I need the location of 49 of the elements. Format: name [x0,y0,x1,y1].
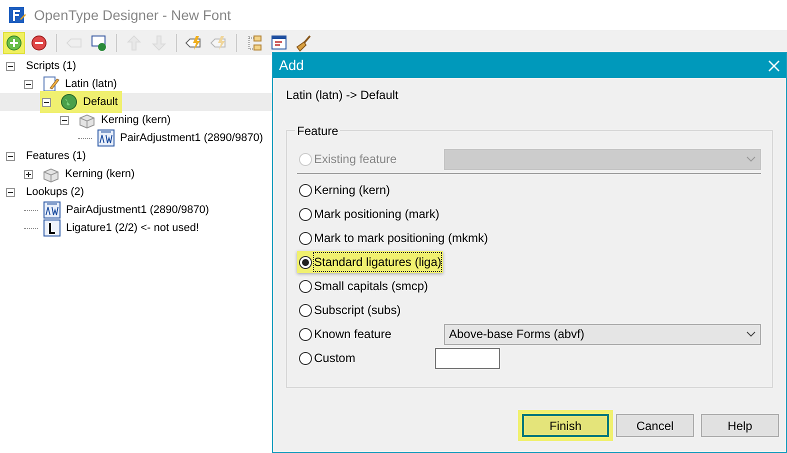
radio-option[interactable]: Custom [297,347,358,369]
collapse-icon[interactable] [6,188,15,196]
collapse-icon[interactable] [60,116,69,124]
tree-node-label[interactable]: Kerning (kern) [65,166,135,182]
dialog-button[interactable]: Cancel [616,414,694,437]
tree-node-label[interactable]: Scripts (1) [26,58,76,74]
ligature-icon [43,219,61,237]
window-title: OpenType Designer - New Font [34,6,231,25]
dropdown[interactable]: Above-base Forms (abvf) [444,324,761,344]
kerning-icon [43,201,61,219]
tree-node-label[interactable]: PairAdjustment1 (2890/9870) [66,202,210,218]
broom-icon [295,34,313,52]
remove-icon [30,34,48,52]
expand-icon[interactable] [24,170,33,178]
radio-option[interactable]: Small capitals (smcp) [297,275,430,297]
collapse-icon[interactable] [24,80,33,88]
dialog-button[interactable]: Help [701,414,779,437]
collapse-icon[interactable] [6,62,15,70]
tree-node-label[interactable]: Latin (latn) [65,76,117,92]
tree-node-label[interactable]: Lookups (2) [26,184,84,200]
text-field[interactable] [435,348,500,368]
close-icon[interactable] [768,60,780,72]
chevron-down-icon [746,156,756,162]
app-logo-icon [8,6,26,24]
tree-node-label[interactable]: Default [83,94,118,110]
remove-button[interactable] [29,32,49,52]
collapse-icon[interactable] [42,98,51,106]
path-label: Latin (latn) -> Default [286,88,398,102]
dialog-title: Add [279,56,304,75]
tree-node-label[interactable]: Kerning (kern) [101,112,171,128]
radio-option[interactable]: Subscript (subs) [297,299,403,321]
radio-option[interactable]: Standard ligatures (liga) [297,251,444,273]
pencil-page-icon [42,75,60,93]
tree-node-label[interactable]: Ligature1 (2/2) <- not used! [66,220,199,236]
add-icon [5,34,23,52]
radio-option[interactable]: Mark to mark positioning (mkmk) [297,227,490,249]
window-list-button[interactable] [269,32,289,52]
tree-node-label[interactable]: Features (1) [26,148,86,164]
radio-option[interactable]: Kerning (kern) [297,179,392,201]
chevron-down-icon [746,331,756,337]
tree-node-label[interactable]: PairAdjustment1 (2890/9870) [120,130,264,146]
kerning-icon [97,129,115,147]
add-button[interactable] [4,32,24,52]
collapse-icon[interactable] [6,152,15,160]
radio-option[interactable]: Mark positioning (mark) [297,203,442,225]
tag-lightning-icon [185,34,203,52]
radio-option[interactable]: Known feature [297,323,394,345]
tag-lightning-icon [210,34,228,52]
window-list-icon [270,34,288,52]
